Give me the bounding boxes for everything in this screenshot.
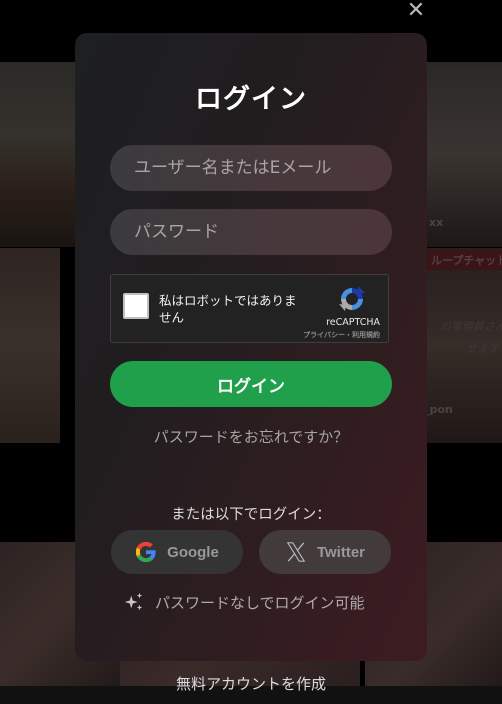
twitter-label: Twitter	[316, 543, 366, 561]
modal-title: ログイン	[195, 84, 307, 115]
thumbnail-badge: ループチャット	[427, 250, 502, 270]
passwordless-login-link[interactable]: パスワードなしでログイン可能	[123, 591, 365, 613]
thumbnail-caption: せます	[466, 342, 499, 355]
forgot-password-link[interactable]: パスワードをお忘れですか？	[75, 426, 427, 447]
close-icon: ✕	[406, 0, 426, 23]
thumbnail-caption: の事務員さん	[440, 320, 502, 333]
password-input[interactable]	[110, 209, 392, 255]
x-icon	[286, 542, 306, 562]
alt-login-label: または以下でログイン：	[171, 507, 331, 523]
recaptcha-links[interactable]: プライバシー・利用規約	[303, 330, 380, 340]
username-input[interactable]	[110, 145, 392, 191]
recaptcha-checkbox[interactable]	[123, 293, 149, 319]
recaptcha-brand: reCAPTCHA	[326, 317, 380, 328]
recaptcha-label: 私はロボットではありません	[159, 293, 297, 325]
google-icon	[136, 541, 156, 563]
login-button[interactable]: ログイン	[110, 361, 392, 407]
recaptcha-icon	[339, 286, 365, 311]
thumbnail	[0, 248, 60, 443]
sparkles-icon	[124, 592, 143, 611]
login-modal: ログイン 私はロボットではありません reCAPTCHA プライバシー・利用規約…	[75, 33, 427, 661]
google-login-button[interactable]: Google	[111, 530, 243, 574]
close-button[interactable]: ✕	[404, 0, 428, 22]
passwordless-label: パスワードなしでログイン可能	[155, 593, 365, 612]
google-label: Google	[167, 543, 219, 561]
thumbnail-caption: xx	[429, 216, 444, 229]
recaptcha-widget: 私はロボットではありません reCAPTCHA プライバシー・利用規約	[110, 274, 389, 343]
twitter-login-button[interactable]: Twitter	[259, 530, 391, 574]
create-account-link[interactable]: 無料アカウントを作成	[0, 673, 502, 694]
thumbnail	[0, 62, 75, 247]
thumbnail-caption: _pon	[424, 403, 453, 416]
